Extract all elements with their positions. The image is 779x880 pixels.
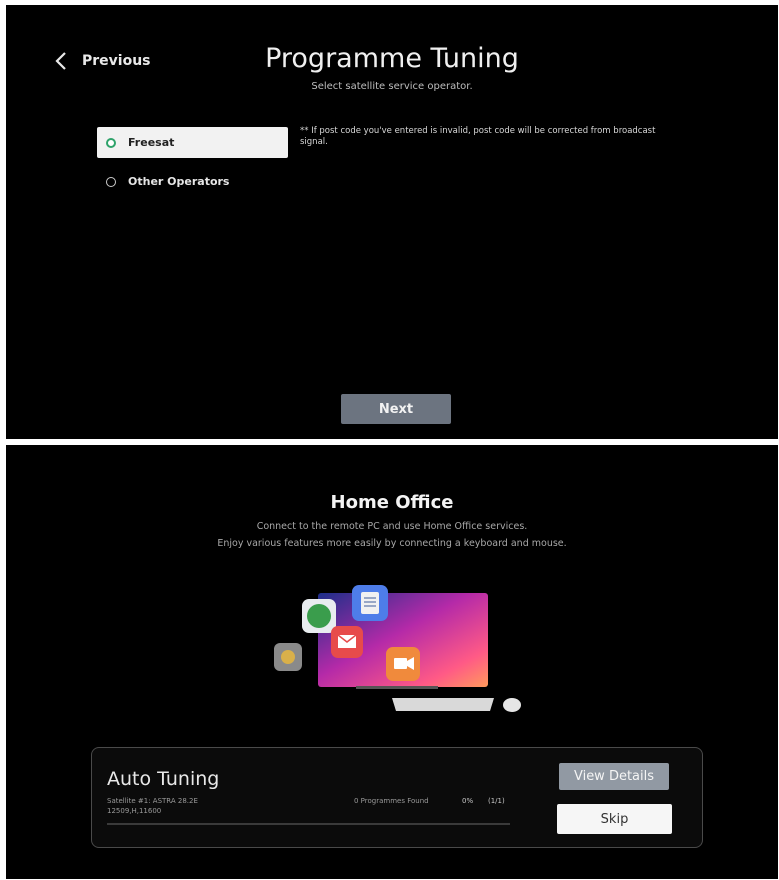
view-details-button[interactable]: View Details	[559, 763, 669, 790]
progress-bar	[107, 823, 510, 825]
monitor-stand	[356, 686, 438, 689]
page-title: Programme Tuning	[265, 43, 519, 74]
option-label: Freesat	[128, 136, 175, 149]
frequency-label: 12509,H,11600	[107, 807, 162, 815]
radio-unselected-icon	[106, 176, 116, 187]
keyboard-icon	[392, 698, 494, 711]
home-office-title: Home Office	[330, 492, 454, 513]
progress-percent: 0%	[462, 797, 474, 805]
home-office-description-2: Enjoy various features more easily by co…	[217, 538, 567, 549]
home-office-illustration	[274, 585, 521, 712]
programme-tuning-screen: Previous Programme Tuning Select satelli…	[6, 5, 778, 439]
radio-selected-icon	[106, 137, 116, 148]
auto-tuning-title: Auto Tuning	[107, 768, 220, 790]
page-subtitle: Select satellite service operator.	[311, 81, 473, 92]
home-office-screen: Home Office Connect to the remote PC and…	[6, 445, 778, 879]
postcode-note: ** If post code you've entered is invali…	[300, 126, 656, 147]
auto-tuning-panel: Auto Tuning Satellite #1: ASTRA 28.2E 12…	[91, 747, 703, 848]
skip-button[interactable]: Skip	[557, 804, 672, 834]
next-button[interactable]: Next	[341, 394, 451, 424]
option-freesat[interactable]: Freesat	[97, 127, 288, 158]
option-label: Other Operators	[128, 175, 230, 188]
progress-count: (1/1)	[488, 797, 505, 805]
home-office-description-1: Connect to the remote PC and use Home Of…	[256, 521, 528, 532]
mouse-icon	[503, 698, 521, 712]
programmes-found: 0 Programmes Found	[354, 797, 429, 805]
satellite-label: Satellite #1: ASTRA 28.2E	[107, 797, 198, 805]
option-other-operators[interactable]: Other Operators	[97, 166, 288, 197]
